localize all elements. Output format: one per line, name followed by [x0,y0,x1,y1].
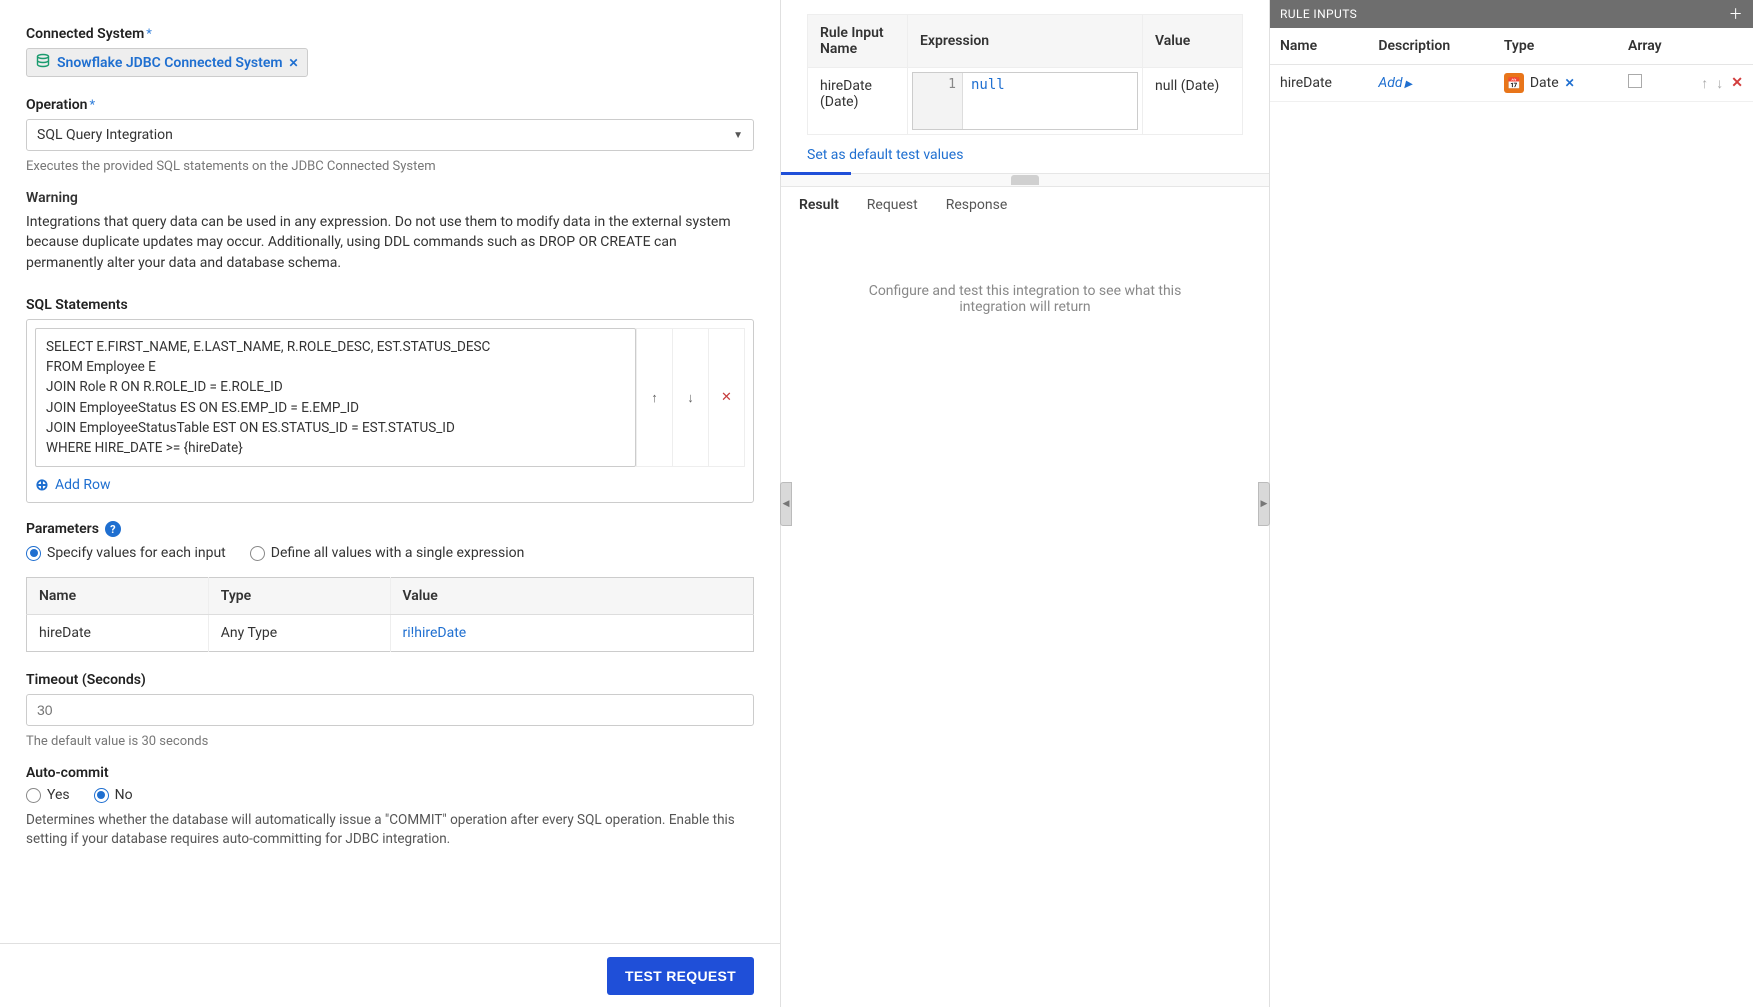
radio-circle-icon [250,546,265,561]
rule-input-name-cell: hireDate (Date) [808,68,908,135]
table-row: hireDate Add▶ 📅 Date ✕ ↑ ↓ ✕ [1270,65,1753,102]
connected-system-label: Connected System [26,26,144,42]
expression-editor[interactable]: 1 null [912,72,1138,130]
radio-label: Yes [47,787,70,803]
radio-circle-icon [26,546,41,561]
chevron-right-icon: ▶ [1405,79,1413,90]
ri-name-cell[interactable]: hireDate [1270,65,1368,102]
connected-system-chip[interactable]: Snowflake JDBC Connected System ✕ [26,48,308,77]
th-value: Value [1143,15,1243,68]
move-up-button[interactable]: ↑ [636,329,672,467]
value-cell: null (Date) [1143,68,1243,135]
result-body: Configure and test this integration to s… [781,223,1269,1007]
parameters-label: Parameters [26,521,99,537]
required-asterisk: * [146,27,152,42]
ri-th-description: Description [1368,28,1493,65]
radio-define-expression[interactable]: Define all values with a single expressi… [250,545,525,561]
active-tab-indicator [781,172,851,175]
radio-autocommit-yes[interactable]: Yes [26,787,70,803]
radio-label: Define all values with a single expressi… [271,545,525,561]
expression-text[interactable]: null [963,73,1137,129]
autocommit-description: Determines whether the database will aut… [26,811,754,849]
add-rule-input-icon[interactable]: ＋ [1729,4,1743,24]
warning-text: Integrations that query data can be used… [26,212,754,273]
rule-inputs-panel: RULE INPUTS ＋ Name Description Type Arra… [1270,0,1753,1007]
rule-inputs-header: RULE INPUTS ＋ [1270,0,1753,28]
collapse-left-handle[interactable]: ◀ [780,482,792,526]
radio-circle-icon [26,788,41,803]
type-chip[interactable]: 📅 Date ✕ [1504,73,1575,93]
add-row-label: Add Row [55,477,111,493]
test-panel: ◀ ▶ Rule Input Name Expression Value hir… [780,0,1270,1007]
th-rule-input-name: Rule Input Name [808,15,908,68]
left-config-panel: Connected System* Snowflake JDBC Connect… [0,0,780,1007]
param-header-value: Value [390,578,754,615]
tab-result[interactable]: Result [799,197,839,213]
radio-label: Specify values for each input [47,545,226,561]
param-value-link[interactable]: ri!hireDate [403,625,467,641]
rule-inputs-title: RULE INPUTS [1280,7,1357,21]
add-row-link[interactable]: ⊕ Add Row [35,477,111,493]
array-checkbox[interactable] [1628,74,1642,88]
result-tabs: Result Request Response [781,187,1269,223]
ri-th-type: Type [1494,28,1618,65]
autocommit-label: Auto-commit [26,765,109,781]
move-down-icon[interactable]: ↓ [1716,75,1723,92]
timeout-input[interactable] [26,694,754,726]
splitter-handle-icon [1011,175,1039,185]
param-name-cell: hireDate [27,615,209,652]
plus-icon: ⊕ [35,478,49,492]
operation-label: Operation [26,97,87,113]
th-expression: Expression [908,15,1143,68]
param-header-name: Name [27,578,209,615]
radio-autocommit-no[interactable]: No [94,787,133,803]
operation-select[interactable]: SQL Query Integration ▼ [26,119,754,151]
test-request-button[interactable]: TEST REQUEST [607,957,754,995]
database-icon [35,53,51,72]
tab-request[interactable]: Request [867,197,918,213]
timeout-label: Timeout (Seconds) [26,672,146,688]
move-up-icon[interactable]: ↑ [1701,75,1708,92]
chevron-down-icon: ▼ [733,130,743,141]
ri-th-array: Array [1618,28,1691,65]
collapse-right-handle[interactable]: ▶ [1258,482,1270,526]
rule-inputs-table: Name Description Type Array hireDate Add… [1270,28,1753,102]
table-row: hireDate (Date) 1 null null (Date) [808,68,1243,135]
line-gutter: 1 [913,73,963,129]
chip-text: Snowflake JDBC Connected System [57,55,283,71]
sql-statements-container: SELECT E.FIRST_NAME, E.LAST_NAME, R.ROLE… [26,319,754,504]
rule-input-test-table: Rule Input Name Expression Value hireDat… [807,14,1243,135]
table-row: hireDate Any Type ri!hireDate [27,615,754,652]
warning-title: Warning [26,190,754,206]
parameters-table: Name Type Value hireDate Any Type ri!hir… [26,577,754,652]
help-icon[interactable]: ? [105,521,121,537]
bottom-action-bar: TEST REQUEST [0,943,780,1007]
timeout-note: The default value is 30 seconds [26,734,754,749]
param-header-type: Type [208,578,390,615]
sql-row-actions: ↑ ↓ ✕ [636,328,745,468]
delete-row-icon[interactable]: ✕ [1731,75,1743,91]
tab-response[interactable]: Response [946,197,1008,213]
type-text: Date [1530,75,1559,91]
ri-description-cell[interactable]: Add▶ [1368,65,1493,102]
clear-type-icon[interactable]: ✕ [1565,76,1575,90]
operation-value: SQL Query Integration [37,127,173,143]
radio-specify-values[interactable]: Specify values for each input [26,545,226,561]
radio-circle-icon [94,788,109,803]
set-default-test-values-link[interactable]: Set as default test values [807,147,963,163]
delete-row-button[interactable]: ✕ [708,329,744,467]
chip-remove-icon[interactable]: ✕ [289,56,299,70]
param-type-cell: Any Type [208,615,390,652]
date-type-icon: 📅 [1504,73,1524,93]
operation-helper-text: Executes the provided SQL statements on … [26,159,754,174]
sql-label: SQL Statements [26,297,128,313]
sql-textarea[interactable]: SELECT E.FIRST_NAME, E.LAST_NAME, R.ROLE… [35,328,636,468]
move-down-button[interactable]: ↓ [672,329,708,467]
ri-th-name: Name [1270,28,1368,65]
radio-label: No [115,787,133,803]
required-asterisk: * [89,98,95,113]
result-placeholder-text: Configure and test this integration to s… [845,283,1205,315]
horizontal-splitter[interactable] [781,173,1269,187]
